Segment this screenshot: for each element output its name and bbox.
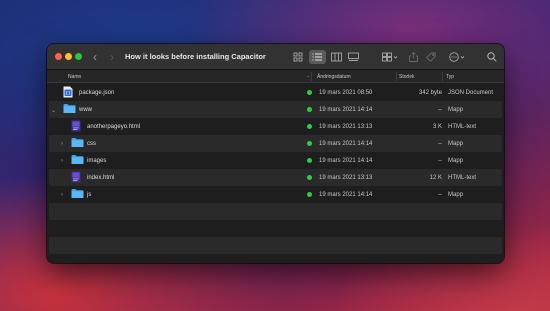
title-bar: ‹ › How it looks before installing Capac… — [47, 44, 504, 70]
sync-status-dot — [307, 90, 312, 95]
gallery-view-icon[interactable] — [348, 52, 359, 62]
sync-status-dot — [307, 175, 312, 180]
file-kind: Mapp — [448, 192, 464, 198]
file-kind: Mapp — [448, 158, 464, 164]
file-name: js — [87, 192, 92, 198]
file-list: {} package.json 19 mars 2021 08:50 342 byte… — [47, 84, 504, 254]
file-kind: Mapp — [448, 141, 464, 147]
column-size-header[interactable]: Storlek — [399, 74, 415, 80]
disclosure-collapsed-icon[interactable]: › — [61, 141, 63, 147]
minimize-button[interactable] — [65, 53, 72, 60]
file-kind: Mapp — [448, 107, 464, 113]
file-kind: JSON Document — [448, 90, 494, 96]
group-icon[interactable] — [382, 52, 398, 62]
empty-row — [49, 237, 502, 254]
column-date-header[interactable]: Ändringsdatum — [317, 74, 351, 80]
html-file-icon — [71, 171, 81, 185]
column-divider[interactable] — [396, 72, 397, 81]
share-icon[interactable] — [409, 52, 418, 62]
empty-row — [49, 203, 502, 220]
column-kind-header[interactable]: Typ — [446, 74, 454, 80]
sort-indicator: ⌄ — [306, 73, 311, 79]
sync-status-dot — [307, 124, 312, 129]
file-date: 19 mars 2021 08:50 — [319, 90, 373, 96]
column-view-icon[interactable] — [331, 52, 342, 62]
file-date: 19 mars 2021 14:14 — [319, 141, 373, 147]
forward-button[interactable]: › — [110, 50, 114, 64]
disclosure-collapsed-icon[interactable]: › — [61, 158, 63, 164]
file-date: 19 mars 2021 13:13 — [319, 124, 373, 130]
sync-status-dot — [307, 107, 312, 112]
empty-row — [49, 220, 502, 237]
file-name: package.json — [79, 90, 115, 96]
column-name-header[interactable]: Namn — [68, 74, 81, 80]
table-row[interactable]: index.html 19 mars 2021 13:13 12 K HTML-tex… — [49, 169, 502, 186]
search-icon[interactable] — [487, 52, 497, 62]
file-name: index.html — [87, 175, 115, 181]
file-name: images — [87, 158, 107, 164]
finder-window: ‹ › How it looks before installing Capac… — [47, 44, 504, 263]
table-row[interactable]: › js 19 mars 2021 14:14 -- Mapp — [49, 186, 502, 203]
file-name: www — [79, 107, 92, 113]
file-kind: HTML-text — [448, 124, 477, 130]
file-size: 12 K — [429, 175, 442, 181]
file-name: anotherpageyo.html — [87, 124, 141, 130]
disclosure-expanded-icon[interactable]: ⌄ — [51, 107, 56, 114]
column-header: Namn ⌄ Ändringsdatum Storlek Typ — [47, 70, 504, 83]
file-size: -- — [438, 107, 442, 113]
column-divider[interactable] — [442, 72, 443, 81]
sync-status-dot — [307, 192, 312, 197]
folder-icon — [71, 154, 84, 167]
icon-view-icon[interactable] — [293, 52, 303, 62]
column-divider[interactable] — [311, 72, 312, 81]
sync-status-dot — [307, 158, 312, 163]
action-icon[interactable] — [449, 52, 465, 62]
zoom-button[interactable] — [75, 53, 82, 60]
table-row[interactable]: › css 19 mars 2021 14:14 -- Mapp — [49, 135, 502, 152]
table-row[interactable]: {} package.json 19 mars 2021 08:50 342 byte… — [49, 84, 502, 101]
file-date: 19 mars 2021 13:13 — [319, 175, 373, 181]
file-size: 3 K — [432, 124, 442, 130]
sync-status-dot — [307, 141, 312, 146]
file-date: 19 mars 2021 14:14 — [319, 158, 373, 164]
svg-text:{}: {} — [65, 91, 71, 97]
file-date: 19 mars 2021 14:14 — [319, 107, 373, 113]
disclosure-collapsed-icon[interactable]: › — [61, 192, 63, 198]
table-row[interactable]: › images 19 mars 2021 14:14 -- Mapp — [49, 152, 502, 169]
table-row[interactable]: ⌄ www 19 mars 2021 14:14 -- Mapp — [49, 101, 502, 118]
folder-icon — [63, 103, 76, 116]
json-file-icon: {} — [63, 86, 73, 100]
table-row[interactable]: anotherpageyo.html 19 mars 2021 13:13 3 K H… — [49, 118, 502, 135]
file-name: css — [87, 141, 96, 147]
file-size: -- — [438, 192, 442, 198]
folder-icon — [71, 137, 84, 150]
window-title: How it looks before installing Capacitor — [125, 52, 266, 61]
list-view-icon[interactable] — [312, 52, 322, 62]
file-size: -- — [438, 158, 442, 164]
close-button[interactable] — [55, 53, 62, 60]
file-date: 19 mars 2021 14:14 — [319, 192, 373, 198]
file-size: -- — [438, 141, 442, 147]
folder-icon — [71, 188, 84, 201]
file-size: 342 byte — [418, 90, 442, 96]
html-file-icon — [71, 120, 81, 134]
tag-icon[interactable] — [426, 52, 436, 62]
file-kind: HTML-text — [448, 175, 477, 181]
back-button[interactable]: ‹ — [93, 50, 97, 64]
